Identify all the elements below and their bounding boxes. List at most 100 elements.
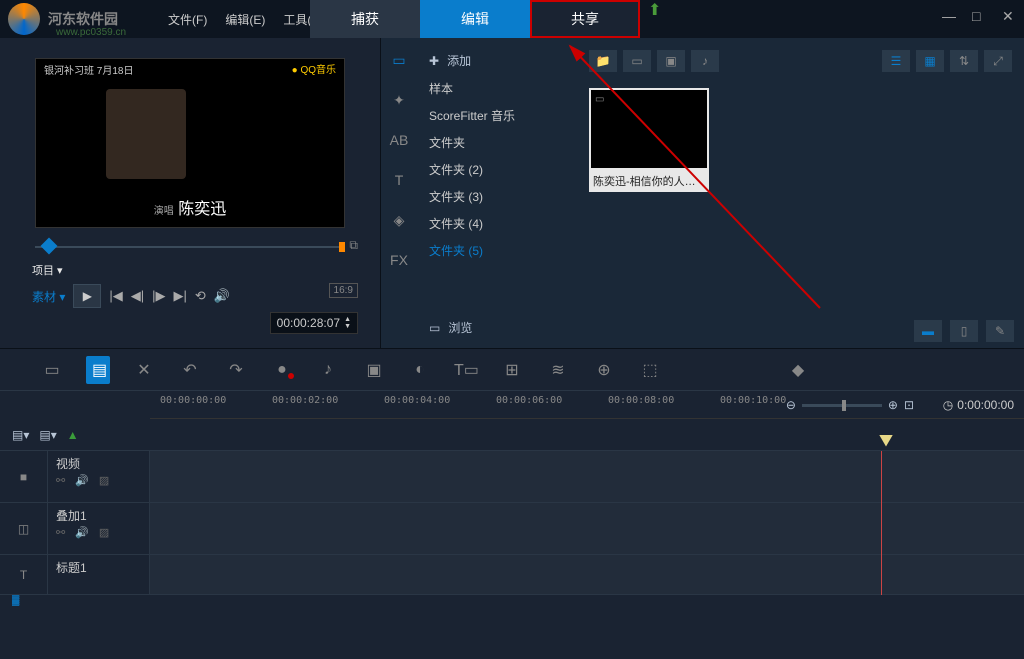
zoom-handle[interactable] [842, 400, 846, 411]
filter-video-button[interactable]: ▭ [623, 50, 651, 72]
zoom-in-button[interactable]: ⊕ [888, 398, 898, 412]
menu-file[interactable]: 文件(F) [168, 11, 207, 28]
tick-8: 00:00:08:00 [608, 395, 674, 406]
maximize-button[interactable]: □ [972, 8, 986, 22]
track-add-button[interactable]: ▲ [67, 428, 79, 442]
hide-icon[interactable]: ▨ [99, 526, 109, 539]
panel-layout-2-button[interactable]: ▯ [950, 320, 978, 342]
folder-sample[interactable]: 样本 [417, 75, 577, 102]
tick-0: 00:00:00:00 [160, 395, 226, 406]
tracking-button[interactable]: ⊕ [592, 360, 616, 380]
folder-3[interactable]: 文件夹 (3) [417, 183, 577, 210]
list-view-button[interactable]: ☰ [882, 50, 910, 72]
record-button[interactable]: ● [270, 361, 294, 379]
collapse-icon[interactable]: ▓ [12, 595, 19, 609]
timeline-view-button[interactable]: ▤ [86, 356, 110, 384]
title-tool-button[interactable]: T▭ [454, 360, 478, 380]
upload-icon[interactable]: ⬆ [648, 0, 661, 38]
next-frame-button[interactable]: |▶ [152, 288, 165, 304]
material-label[interactable]: 素材 ▾ [32, 288, 65, 305]
sort-button[interactable]: ⇅ [950, 50, 978, 72]
transitions-tab-icon[interactable]: ✦ [387, 88, 411, 112]
import-folder-button[interactable]: 📁 [589, 50, 617, 72]
close-button[interactable]: ✕ [1002, 8, 1016, 22]
ruler-timecode[interactable]: ◷ 0:00:00:00 [943, 398, 1014, 412]
multi-button[interactable]: ◐ [408, 361, 432, 379]
tab-edit[interactable]: 编辑 [420, 0, 530, 38]
folder-2[interactable]: 文件夹 (2) [417, 156, 577, 183]
media-thumbnail[interactable]: ▭ 陈奕迅-相信你的人（电... [589, 88, 709, 192]
goto-start-button[interactable]: |◀ [109, 288, 122, 304]
fit-button[interactable]: ⊡ [904, 398, 914, 412]
loop-button[interactable]: ⟲ [195, 288, 206, 304]
folder-5[interactable]: 文件夹 (5) [417, 237, 577, 264]
mute-icon[interactable]: 🔊 [75, 526, 89, 539]
add-folder-button[interactable]: ✚ 添加 [417, 46, 577, 75]
track-video-icon[interactable]: ■ [0, 451, 48, 502]
track-overlay-content[interactable] [150, 503, 1024, 554]
scrub-end-marker[interactable] [339, 242, 345, 252]
timecode-stepper[interactable]: ▲▼ [344, 316, 351, 330]
tick-4: 00:00:04:00 [384, 395, 450, 406]
expand-button[interactable]: ⤢ [984, 50, 1012, 72]
browse-button[interactable]: ▭ 浏览 [417, 313, 484, 342]
audio-mixer-button[interactable]: ♪ [316, 361, 340, 379]
track-menu-2-button[interactable]: ▤▾ [39, 428, 56, 442]
volume-button[interactable]: 🔊 [214, 288, 230, 304]
filter-photo-button[interactable]: ▣ [657, 50, 685, 72]
titles-tab-icon[interactable]: AB [387, 128, 411, 152]
folder-4[interactable]: 文件夹 (4) [417, 210, 577, 237]
hide-icon[interactable]: ▨ [99, 474, 109, 487]
thumbnail-grid: ▭ 陈奕迅-相信你的人（电... [585, 76, 1016, 204]
minimize-button[interactable]: — [942, 8, 956, 22]
aspect-ratio-badge[interactable]: 16:9 [329, 283, 358, 298]
plus-icon: ✚ [429, 54, 439, 68]
tab-capture[interactable]: 捕获 [310, 0, 420, 38]
track-title-icon[interactable]: T [0, 555, 48, 594]
project-label[interactable]: 项目 ▾ [32, 262, 63, 278]
tab-share[interactable]: 共享 [530, 0, 640, 38]
play-button[interactable]: ▶ [73, 284, 101, 308]
project-row: 项目 ▾ [32, 262, 348, 278]
preview-video[interactable]: 银河补习班 7月18日 ● QQ音乐 演唱 陈奕迅 [35, 58, 345, 228]
copy-icon[interactable]: ⧉ [349, 238, 358, 253]
marker-button[interactable]: ▣ [362, 360, 386, 380]
storyboard-view-button[interactable]: ▭ [40, 360, 64, 380]
redo-button[interactable]: ↷ [224, 360, 248, 380]
folder-1[interactable]: 文件夹 [417, 129, 577, 156]
motion-button[interactable]: ≋ [546, 360, 570, 380]
overlay-tab-icon[interactable]: ◈ [387, 208, 411, 232]
track-video-content[interactable] [150, 451, 1024, 502]
track-menu-1-button[interactable]: ▤▾ [12, 428, 29, 442]
scrub-handle[interactable] [41, 238, 58, 255]
track-title-content[interactable] [150, 555, 1024, 594]
zoom-slider[interactable] [802, 404, 882, 407]
panel-layout-1-button[interactable]: ▬ [914, 320, 942, 342]
window-controls: — □ ✕ [942, 8, 1016, 22]
media-tab-icon[interactable]: ▭ [387, 48, 411, 72]
text-tab-icon[interactable]: T [387, 168, 411, 192]
playhead-marker[interactable] [879, 435, 893, 447]
zoom-out-button[interactable]: ⊖ [786, 398, 796, 412]
prev-frame-button[interactable]: ◀| [131, 288, 144, 304]
goto-end-button[interactable]: ▶| [174, 288, 187, 304]
folder-scorefitter[interactable]: ScoreFitter 音乐 [417, 102, 577, 129]
fx-tab-icon[interactable]: FX [387, 248, 411, 272]
mute-icon[interactable]: 🔊 [75, 474, 89, 487]
timecode-display[interactable]: 00:00:28:07 ▲▼ [270, 312, 358, 334]
scrubber[interactable] [35, 236, 345, 256]
ruler-row: 00:00:00:00 00:00:02:00 00:00:04:00 00:0… [0, 391, 1024, 419]
track-overlay-icon[interactable]: ◫ [0, 503, 48, 554]
menu-edit[interactable]: 编辑(E) [225, 11, 265, 28]
grid-view-button[interactable]: ▦ [916, 50, 944, 72]
filter-audio-button[interactable]: ♪ [691, 50, 719, 72]
edit-panel-button[interactable]: ✎ [986, 320, 1014, 342]
undo-button[interactable]: ↶ [178, 360, 202, 380]
crop-button[interactable]: ⬚ [638, 360, 662, 380]
current-time: 0:00:00:00 [957, 398, 1014, 412]
tools-button[interactable]: ✕ [132, 360, 156, 380]
link-icon[interactable]: ⚯ [56, 526, 65, 539]
link-icon[interactable]: ⚯ [56, 474, 65, 487]
split-button[interactable]: ⊞ [500, 360, 524, 380]
effects-button[interactable]: ◆ [786, 360, 810, 380]
